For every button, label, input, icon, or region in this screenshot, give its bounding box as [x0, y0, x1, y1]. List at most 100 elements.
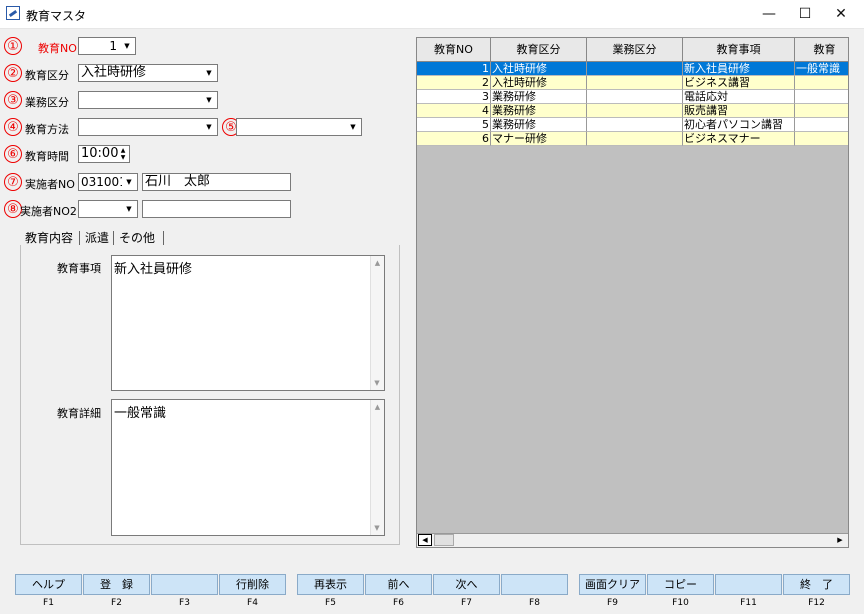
table-cell-category[interactable]: 業務研修 [491, 90, 587, 104]
implementer-no2-label: 実施者NO2 [20, 205, 77, 218]
scroll-thumb[interactable] [434, 534, 454, 546]
fkey-button-f5[interactable]: 再表示 [297, 574, 364, 595]
fkey-button-f6[interactable]: 前へ [365, 574, 432, 595]
marker-4: ④ [4, 118, 22, 136]
fkey-button-f4[interactable]: 行削除 [219, 574, 286, 595]
chevron-down-icon[interactable]: ▼ [122, 202, 136, 216]
fkey-number: F5 [325, 598, 336, 608]
edu-detail-label: 教育詳細 [57, 407, 101, 420]
table-cell-category[interactable]: 入社時研修 [491, 62, 587, 76]
spin-arrows-icon[interactable]: ▲ ▼ [118, 147, 128, 161]
marker-7: ⑦ [4, 173, 22, 191]
fkey-button-f3[interactable] [151, 574, 218, 595]
edu-method-sub-dropdown[interactable]: ▼ [236, 118, 362, 136]
implementer-name2-field[interactable] [142, 200, 291, 218]
table-cell-extra[interactable] [795, 76, 848, 90]
edu-no-dropdown[interactable]: 1 ▼ [78, 37, 136, 55]
table-cell-item[interactable]: ビジネスマナー [683, 132, 795, 146]
chevron-down-icon[interactable]: ▼ [122, 175, 136, 189]
close-button[interactable]: ✕ [818, 0, 864, 28]
col-header-item[interactable]: 教育事項 [683, 38, 795, 62]
table-cell-no[interactable]: 6 [417, 132, 491, 146]
education-grid[interactable]: 教育NO 教育区分 業務区分 教育事項 教育 1 入社時研修 新入社員研修 一般常識 2… [416, 37, 849, 548]
fkey-button-f12[interactable]: 終 了 [783, 574, 850, 595]
table-cell-item[interactable]: 電話応対 [683, 90, 795, 104]
table-cell-category[interactable]: 業務研修 [491, 118, 587, 132]
fkey-number: F8 [529, 598, 540, 608]
vertical-scrollbar[interactable]: ▲ ▼ [370, 400, 384, 535]
table-cell-no[interactable]: 4 [417, 104, 491, 118]
edu-item-value: 新入社員研修 [114, 262, 193, 277]
vertical-scrollbar[interactable]: ▲ ▼ [370, 256, 384, 390]
tab-divider [79, 231, 80, 245]
implementer-no-dropdown[interactable]: 031001 ▼ [78, 173, 138, 191]
table-cell-category[interactable]: マナー研修 [491, 132, 587, 146]
edu-method-label: 教育方法 [25, 123, 69, 136]
implementer-name-field[interactable]: 石川 太郎 [142, 173, 291, 191]
table-cell-no[interactable]: 5 [417, 118, 491, 132]
table-cell-no[interactable]: 1 [417, 62, 491, 76]
table-cell-business[interactable] [587, 118, 683, 132]
edu-no-label: 教育NO [38, 42, 77, 55]
table-cell-extra[interactable] [795, 132, 848, 146]
marker-3: ③ [4, 91, 22, 109]
fkey-number: F11 [740, 598, 757, 608]
fkey-button-f1[interactable]: ヘルプ [15, 574, 82, 595]
chevron-down-icon[interactable]: ▼ [202, 93, 216, 107]
table-cell-extra[interactable] [795, 90, 848, 104]
table-cell-no[interactable]: 2 [417, 76, 491, 90]
col-header-extra[interactable]: 教育 [795, 38, 848, 62]
table-cell-extra[interactable] [795, 118, 848, 132]
table-cell-business[interactable] [587, 90, 683, 104]
table-cell-business[interactable] [587, 62, 683, 76]
fkey-number: F4 [247, 598, 258, 608]
col-header-category[interactable]: 教育区分 [491, 38, 587, 62]
implementer-no2-dropdown[interactable]: ▼ [78, 200, 138, 218]
fkey-number: F12 [808, 598, 825, 608]
fkey-button-f9[interactable]: 画面クリア [579, 574, 646, 595]
business-category-dropdown[interactable]: ▼ [78, 91, 218, 109]
fkey-button-f2[interactable]: 登 録 [83, 574, 150, 595]
edu-detail-textarea[interactable]: 一般常識 ▲ ▼ [111, 399, 385, 536]
table-cell-item[interactable]: 販売講習 [683, 104, 795, 118]
scroll-left-icon[interactable]: ◀ [418, 534, 432, 546]
fkey-number: F6 [393, 598, 404, 608]
col-header-no[interactable]: 教育NO [417, 38, 491, 62]
edu-category-dropdown[interactable]: 入社時研修 ▼ [78, 64, 218, 82]
edu-item-textarea[interactable]: 新入社員研修 ▲ ▼ [111, 255, 385, 391]
table-cell-no[interactable]: 3 [417, 90, 491, 104]
table-cell-extra[interactable]: 一般常識 [795, 62, 848, 76]
marker-1: ① [4, 37, 22, 55]
table-cell-business[interactable] [587, 76, 683, 90]
fkey-number: F2 [111, 598, 122, 608]
chevron-down-icon[interactable]: ▼ [202, 120, 216, 134]
horizontal-scrollbar[interactable]: ◀ ▶ [417, 533, 848, 547]
fkey-number: F7 [461, 598, 472, 608]
table-cell-category[interactable]: 入社時研修 [491, 76, 587, 90]
table-cell-item[interactable]: 初心者パソコン講習 [683, 118, 795, 132]
chevron-down-icon[interactable]: ▼ [202, 66, 216, 80]
table-cell-business[interactable] [587, 104, 683, 118]
implementer-no-label: 実施者NO [25, 178, 75, 191]
tab-divider [113, 231, 114, 245]
fkey-button-f10[interactable]: コピー [647, 574, 714, 595]
scroll-right-icon[interactable]: ▶ [833, 534, 847, 546]
edu-time-label: 教育時間 [25, 150, 69, 163]
edu-time-spinner[interactable]: 10:00 ▲ ▼ [78, 145, 130, 163]
tab-divider [163, 231, 164, 245]
edu-category-label: 教育区分 [25, 69, 69, 82]
chevron-down-icon[interactable]: ▼ [346, 120, 360, 134]
fkey-button-f8[interactable] [501, 574, 568, 595]
chevron-down-icon[interactable]: ▼ [120, 39, 134, 53]
col-header-business[interactable]: 業務区分 [587, 38, 683, 62]
table-cell-business[interactable] [587, 132, 683, 146]
edu-time-value: 10:00 [81, 146, 119, 161]
table-cell-item[interactable]: ビジネス講習 [683, 76, 795, 90]
table-cell-item[interactable]: 新入社員研修 [683, 62, 795, 76]
window-title: 教育マスタ [26, 9, 87, 23]
edu-method-dropdown[interactable]: ▼ [78, 118, 218, 136]
table-cell-category[interactable]: 業務研修 [491, 104, 587, 118]
fkey-button-f7[interactable]: 次へ [433, 574, 500, 595]
fkey-button-f11[interactable] [715, 574, 782, 595]
table-cell-extra[interactable] [795, 104, 848, 118]
